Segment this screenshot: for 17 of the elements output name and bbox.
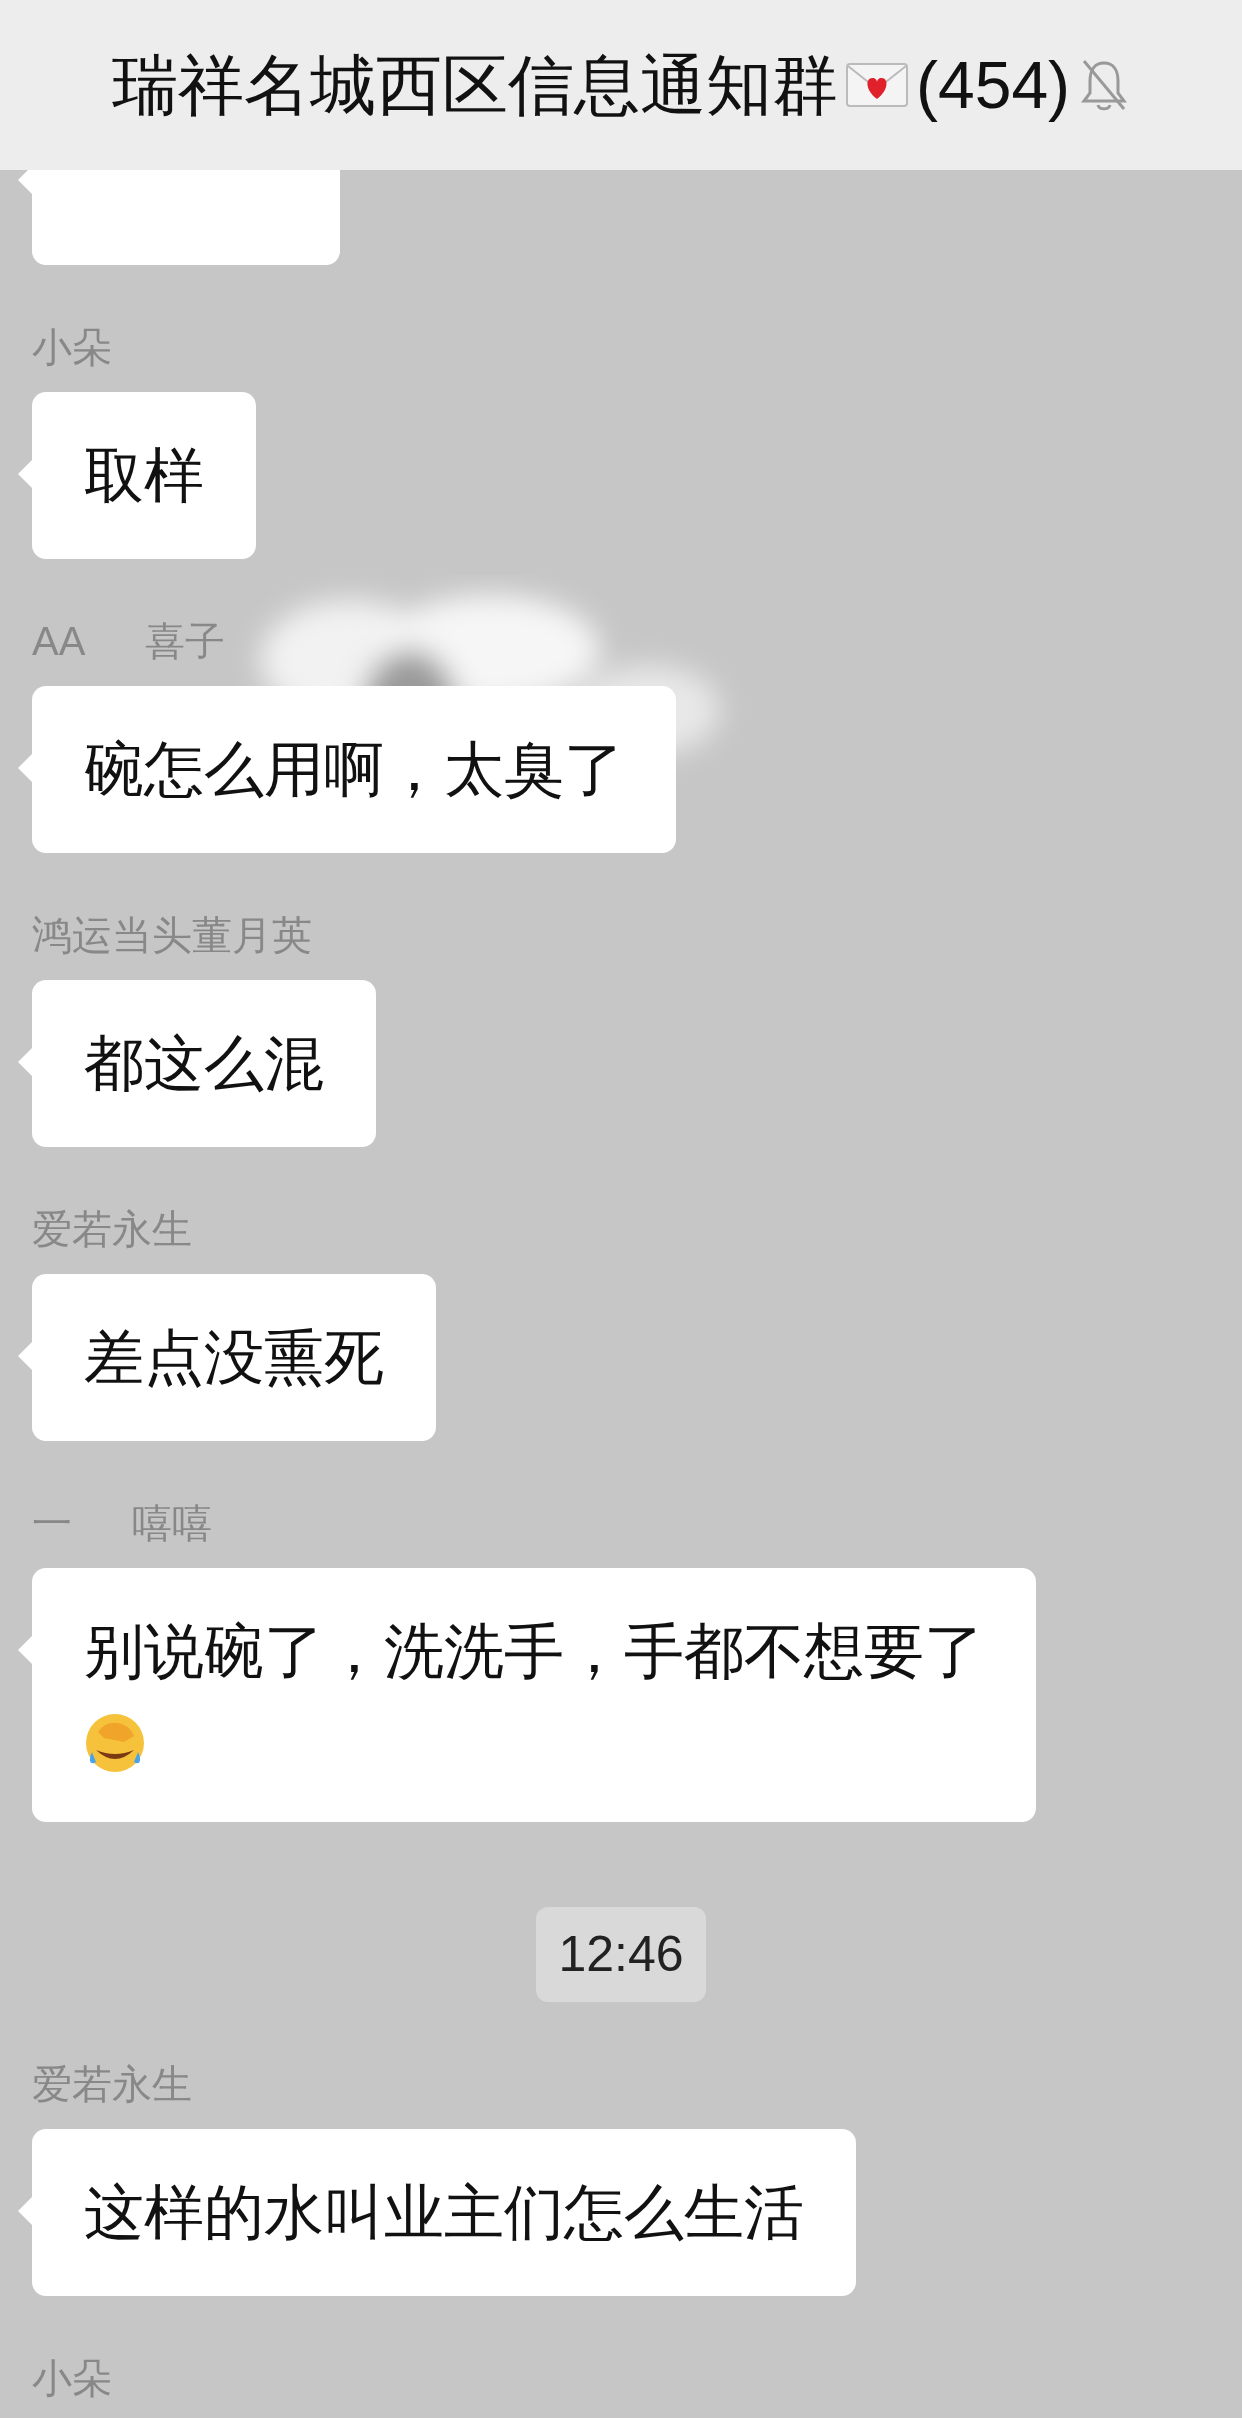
sender-name: 爱若永生 bbox=[32, 1209, 192, 1249]
sender-name: 嘻嘻 bbox=[132, 1503, 212, 1543]
chat-title: 瑞祥名城西区信息通知群 bbox=[112, 52, 838, 118]
message-bubble: 碗怎么用啊，太臭了 bbox=[32, 686, 676, 853]
message-bubble: 这样的水叫业主们怎么生活 bbox=[32, 2129, 856, 2296]
message-bubble: 差点没熏死 bbox=[32, 1274, 436, 1441]
message-bubble: 都这么混 bbox=[32, 980, 376, 1147]
message-bubble: 别说碗了，洗洗手，手都不想要了 bbox=[32, 1568, 1036, 1822]
sender-name: 小朵 bbox=[32, 2358, 112, 2398]
timestamp: 12:46 bbox=[536, 1907, 706, 2002]
sender-name: AA bbox=[32, 621, 86, 661]
sender-name: 爱若永生 bbox=[32, 2064, 192, 2104]
message-bubble: 取样 bbox=[32, 392, 256, 559]
sender-name: 喜子 bbox=[145, 621, 226, 661]
sender-name: 鸿运当头董月英 bbox=[32, 915, 312, 955]
sender-name: 一 bbox=[32, 1503, 72, 1543]
sender-name: 小朵 bbox=[32, 327, 112, 367]
